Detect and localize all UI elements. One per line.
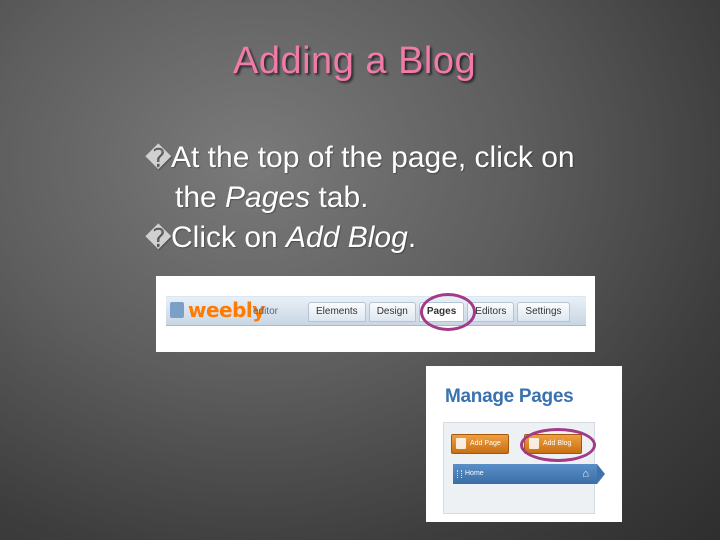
bullet-item-2: �Click on Add Blog. <box>145 218 705 258</box>
bullet-1-line2-pre: the <box>175 181 226 214</box>
drag-handle-icon[interactable] <box>457 470 462 478</box>
add-page-button[interactable]: Add Page <box>451 434 509 454</box>
tab-elements[interactable]: Elements <box>308 302 366 322</box>
editor-toolbar: weebly editor Elements Design Pages Edit… <box>166 296 586 326</box>
weebly-logo-icon <box>170 302 184 318</box>
add-blog-highlight-circle <box>520 428 596 462</box>
page-row-home[interactable]: Home ⌂ <box>453 464 605 484</box>
bullet-2-em: Add Blog <box>286 221 408 254</box>
bullet-2-post: . <box>407 221 417 254</box>
bullet-2-pre: Click on <box>171 221 287 254</box>
weebly-toolbar-screenshot: weebly editor Elements Design Pages Edit… <box>156 276 595 352</box>
tab-settings[interactable]: Settings <box>517 302 570 322</box>
bullet-item-1-cont: the Pages tab. <box>145 178 705 218</box>
bullet-1-em: Pages <box>225 181 311 214</box>
bullet-1-post: tab. <box>310 181 369 214</box>
manage-pages-screenshot: Manage Pages Add Page Add Blog Home ⌂ <box>426 366 622 522</box>
add-page-label: Add Page <box>470 440 501 447</box>
bullet-list: �At the top of the page, click on the Pa… <box>145 138 705 258</box>
house-icon: ⌂ <box>582 468 589 480</box>
bullet-1-text: At the top of the page, click on <box>171 141 575 174</box>
bullet-glyph-icon: � <box>145 223 172 253</box>
bullet-item-1: �At the top of the page, click on <box>145 138 705 178</box>
page-row-label: Home <box>465 470 484 477</box>
manage-pages-title: Manage Pages <box>445 386 574 407</box>
bullet-glyph-icon: � <box>145 143 172 173</box>
add-page-icon <box>456 438 466 449</box>
tab-design[interactable]: Design <box>368 302 416 322</box>
editor-label: editor <box>253 306 279 317</box>
slide-title: Adding a Blog <box>233 40 477 82</box>
pages-tab-highlight-circle <box>420 293 476 331</box>
